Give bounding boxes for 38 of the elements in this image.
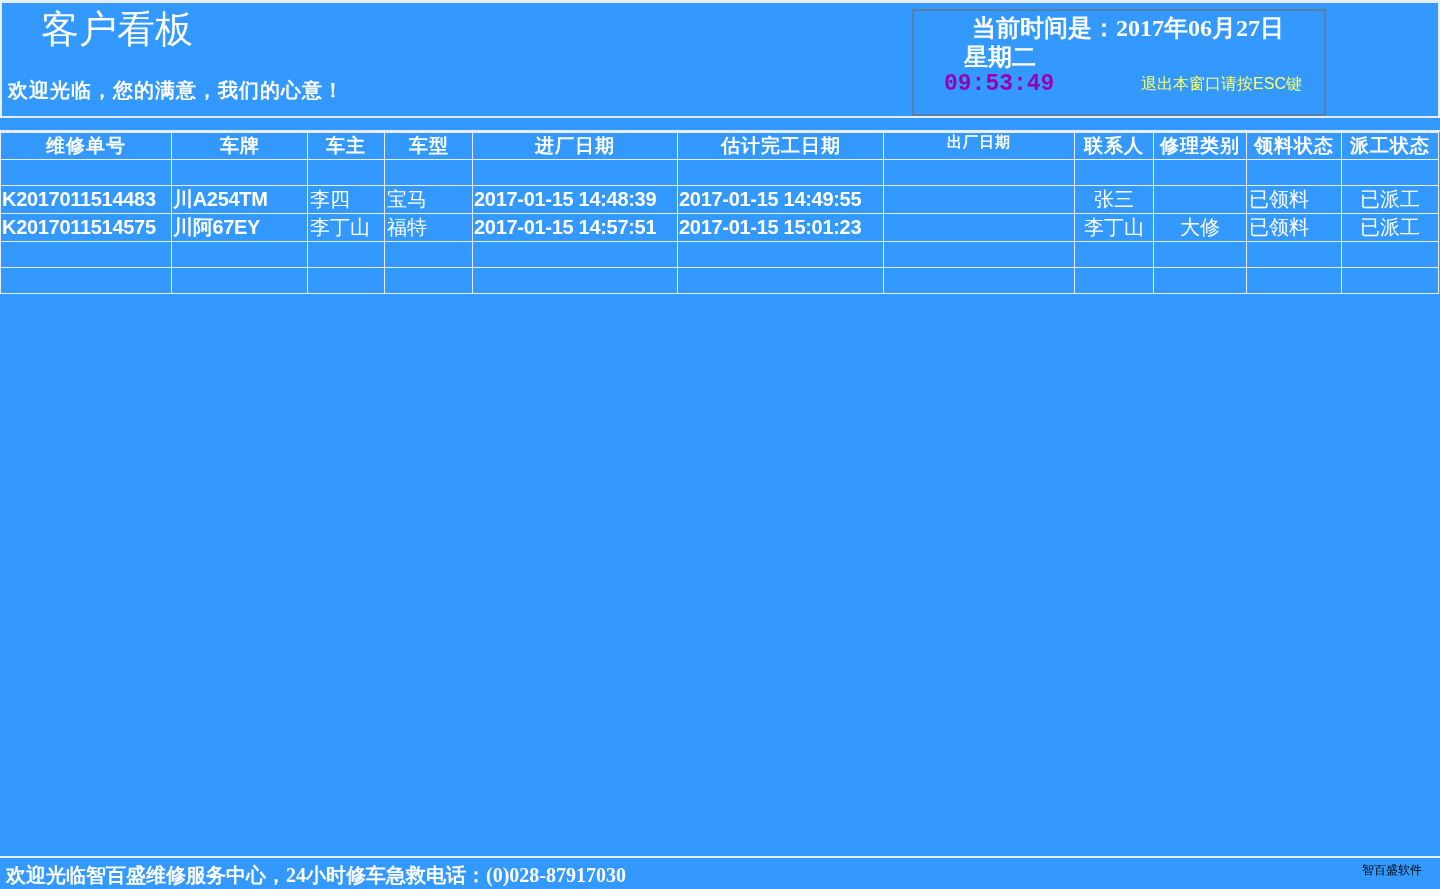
- table-cell: K2017011514575: [0, 213, 172, 242]
- current-time: 09:53:49: [944, 71, 1055, 97]
- table-cell: 2017-01-15 14:57:51: [472, 213, 678, 242]
- column-header: 联系人: [1074, 132, 1154, 160]
- table-cell: 宝马: [384, 185, 473, 214]
- board-title: 客户看板: [40, 7, 194, 51]
- table-cell: 已派工: [1341, 185, 1439, 214]
- column-header: 车型: [384, 132, 473, 160]
- table-cell: 川阿67EY: [171, 213, 308, 242]
- table-cell: 李丁山: [307, 213, 385, 242]
- table-cell: 2017-01-15 14:49:55: [677, 185, 884, 214]
- column-header: 出厂日期: [883, 132, 1075, 160]
- table-cell: 李四: [307, 185, 385, 214]
- column-header: 维修单号: [0, 132, 172, 160]
- column-header: 领料状态: [1246, 132, 1342, 160]
- welcome-slogan: 欢迎光临，您的满意，我们的心意！: [8, 78, 344, 103]
- table-cell: 李丁山: [1074, 213, 1154, 242]
- table-cell: 已派工: [1341, 213, 1439, 242]
- column-header: 进厂日期: [472, 132, 678, 160]
- table-cell: 2017-01-15 15:01:23: [677, 213, 884, 242]
- column-header: 车主: [307, 132, 385, 160]
- table-cell: 张三: [1074, 185, 1154, 214]
- exit-hint: 退出本窗口请按ESC键: [1141, 73, 1302, 94]
- table-cell: 已领料: [1246, 213, 1342, 242]
- table-cell: 2017-01-15 14:48:39: [472, 185, 678, 214]
- current-date: 当前时间是：2017年06月27日: [971, 14, 1285, 43]
- column-header: 估计完工日期: [677, 132, 884, 160]
- column-header: 修理类别: [1153, 132, 1247, 160]
- table-cell: K2017011514483: [0, 185, 172, 214]
- column-header: 车牌: [171, 132, 308, 160]
- footer-message: 欢迎光临智百盛维修服务中心，24小时修车急救电话：(0)028-87917030: [6, 863, 626, 889]
- table-cell: 福特: [384, 213, 473, 242]
- table-cell: 大修: [1153, 213, 1247, 242]
- table-cell: 川A254TM: [171, 185, 308, 214]
- column-header: 派工状态: [1341, 132, 1439, 160]
- software-brand: 智百盛软件: [1362, 862, 1422, 879]
- weekday: 星期二: [963, 43, 1037, 71]
- table-cell: 已领料: [1246, 185, 1342, 214]
